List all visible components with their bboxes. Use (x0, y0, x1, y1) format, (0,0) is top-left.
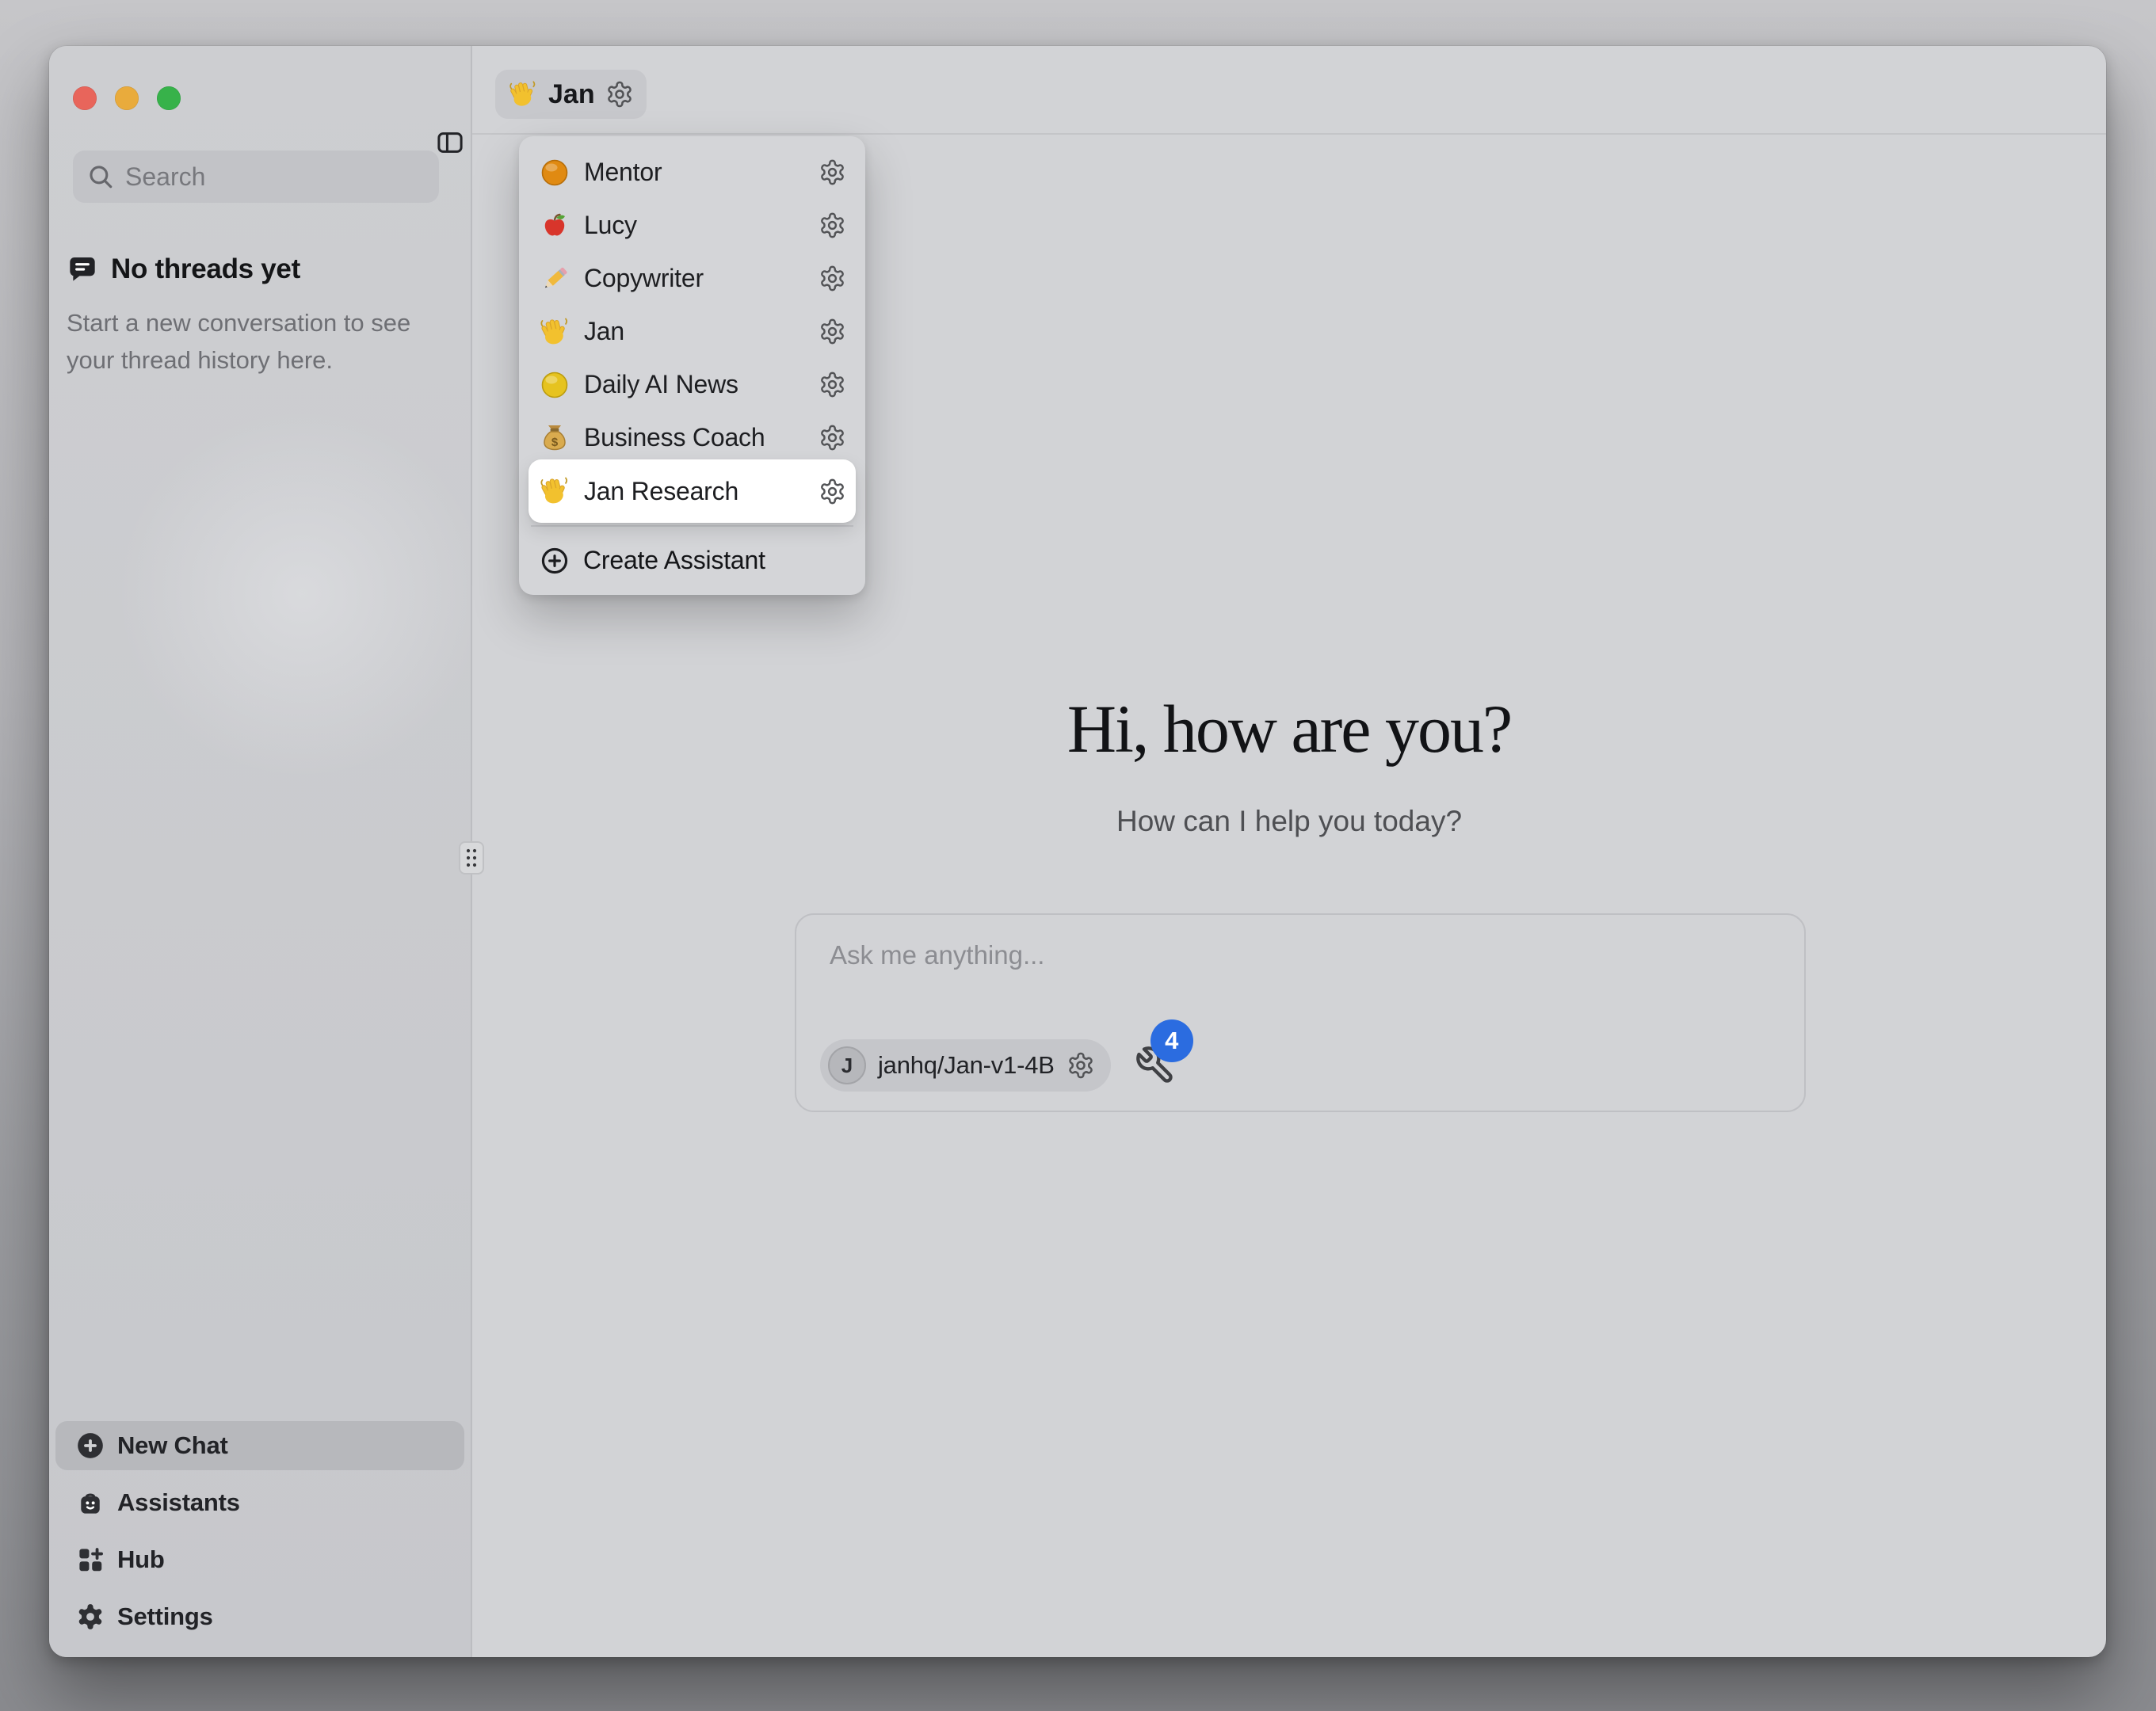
assistant-selector-button[interactable]: Jan (495, 70, 647, 119)
menu-separator (531, 525, 853, 527)
gear-icon[interactable] (819, 478, 846, 505)
menu-item-jan-research[interactable]: Jan Research (529, 459, 856, 523)
tools-button[interactable]: 4 (1135, 1045, 1176, 1086)
sidebar-toggle-icon[interactable] (436, 128, 464, 157)
menu-item-label: Business Coach (584, 423, 805, 452)
gear-icon[interactable] (819, 371, 846, 398)
search-icon (87, 163, 114, 190)
plus-circle-solid-icon (75, 1431, 105, 1461)
zoom-window-button[interactable] (157, 86, 181, 110)
model-name: janhq/Jan-v1-4B (878, 1051, 1055, 1080)
sidebar-item-label: Assistants (117, 1488, 240, 1517)
gear-icon[interactable] (819, 158, 846, 186)
model-avatar: J (828, 1046, 866, 1084)
main-header: Jan (472, 46, 2106, 135)
gear-icon[interactable] (819, 318, 846, 345)
chat-bubble-icon (67, 253, 98, 285)
chat-input[interactable] (830, 940, 1771, 988)
gear-icon[interactable] (605, 80, 634, 109)
sidebar-item-new-chat[interactable]: New Chat (55, 1421, 464, 1470)
menu-item-label: Copywriter (584, 264, 805, 293)
search-input[interactable] (125, 162, 458, 192)
menu-item-jan[interactable]: Jan (529, 305, 856, 358)
wave-icon (508, 79, 538, 109)
create-assistant-button[interactable]: Create Assistant (529, 534, 856, 587)
hub-grid-icon (75, 1545, 105, 1575)
gear-icon[interactable] (819, 424, 846, 452)
tools-count-badge: 4 (1151, 1019, 1193, 1062)
threads-empty-description: Start a new conversation to see your thr… (67, 304, 415, 379)
gear-solid-icon (75, 1602, 105, 1632)
window-controls (73, 86, 181, 110)
gear-icon[interactable] (819, 211, 846, 239)
greeting-block: Hi, how are you? How can I help you toda… (472, 689, 2106, 838)
assistant-dropdown-menu: Mentor Lucy Copywriter Jan Daily AI News… (519, 136, 865, 595)
greeting-subtitle: How can I help you today? (472, 805, 2106, 838)
sidebar-item-settings[interactable]: Settings (55, 1592, 464, 1641)
menu-item-label: Mentor (584, 158, 805, 187)
menu-item-label: Daily AI News (584, 370, 805, 399)
threads-empty-state: No threads yet Start a new conversation … (67, 253, 439, 379)
circle-plus-icon (540, 546, 570, 576)
menu-item-daily-ai-news[interactable]: Daily AI News (529, 358, 856, 411)
yellow-circle-icon (539, 369, 570, 401)
minimize-window-button[interactable] (115, 86, 139, 110)
menu-item-label: Jan (584, 317, 805, 346)
sidebar: No threads yet Start a new conversation … (49, 46, 471, 1657)
orange-circle-icon (539, 157, 570, 189)
menu-item-lucy[interactable]: Lucy (529, 199, 856, 252)
pencil-icon (539, 263, 570, 295)
menu-item-mentor[interactable]: Mentor (529, 146, 856, 199)
threads-empty-title: No threads yet (111, 253, 300, 285)
assistant-name: Jan (548, 79, 595, 110)
greeting-title: Hi, how are you? (472, 689, 2106, 768)
sidebar-item-assistants[interactable]: Assistants (55, 1478, 464, 1527)
gear-icon[interactable] (1067, 1051, 1095, 1080)
sidebar-item-label: Settings (117, 1602, 213, 1631)
menu-item-copywriter[interactable]: Copywriter (529, 252, 856, 305)
wave-icon (539, 475, 570, 507)
svg-text:$: $ (551, 436, 559, 449)
model-selector-button[interactable]: J janhq/Jan-v1-4B (820, 1039, 1111, 1092)
search-box[interactable] (73, 151, 439, 203)
sidebar-item-label: New Chat (117, 1431, 228, 1460)
menu-item-label: Jan Research (584, 477, 805, 506)
moneybag-icon: $ (539, 422, 570, 454)
menu-item-business-coach[interactable]: $ Business Coach (529, 411, 856, 464)
composer-toolbar: J janhq/Jan-v1-4B 4 (820, 1039, 1176, 1092)
desktop: { "colors": { "traffic_red": "#e8655b", … (0, 0, 2156, 1711)
app-window: No threads yet Start a new conversation … (49, 46, 2106, 1657)
close-window-button[interactable] (73, 86, 97, 110)
apple-icon (539, 210, 570, 242)
gear-icon[interactable] (819, 265, 846, 292)
chat-composer: J janhq/Jan-v1-4B 4 (795, 913, 1806, 1112)
sidebar-item-label: Hub (117, 1545, 165, 1574)
wave-icon (539, 316, 570, 348)
sidebar-item-hub[interactable]: Hub (55, 1535, 464, 1584)
assistant-robot-icon (75, 1488, 105, 1518)
menu-item-label: Lucy (584, 211, 805, 240)
sidebar-nav: New Chat Assistants Hub Settings (55, 1413, 464, 1641)
create-assistant-label: Create Assistant (583, 546, 765, 575)
